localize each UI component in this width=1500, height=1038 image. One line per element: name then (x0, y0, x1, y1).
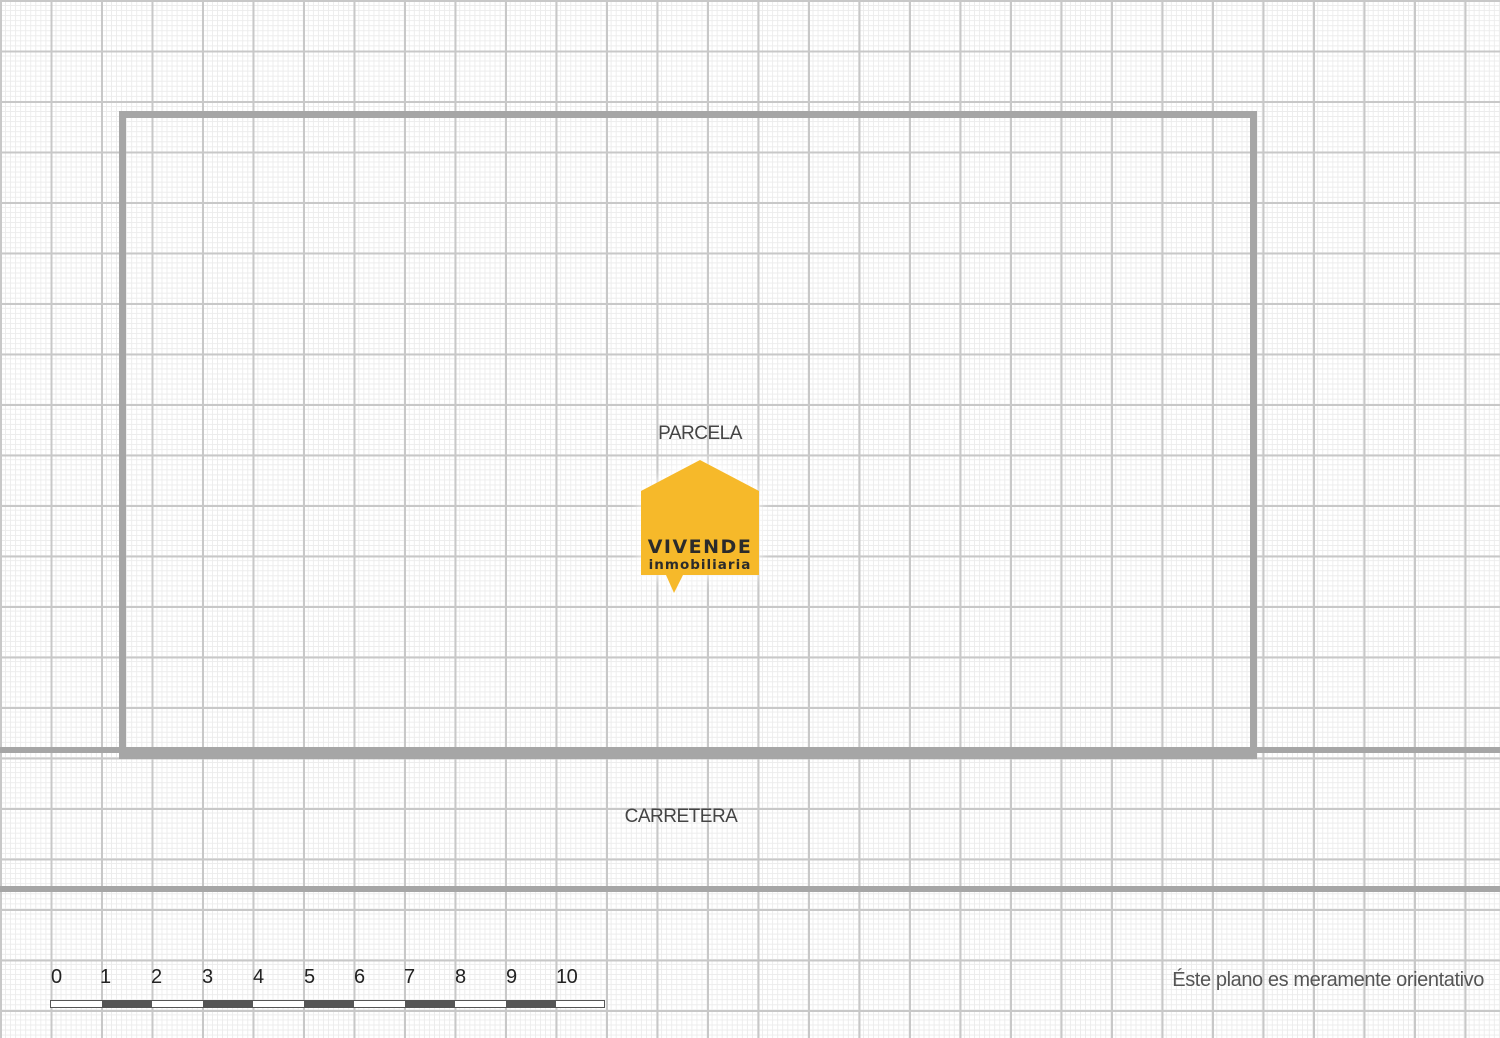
scale-tick: 10 (556, 966, 578, 988)
vivende-logo: VIVENDE inmobiliaria (640, 457, 760, 595)
scale-tick: 0 (51, 966, 62, 988)
scale-tick: 4 (253, 966, 264, 988)
scale-tick: 1 (100, 966, 111, 988)
scale-segment (152, 1001, 203, 1007)
scale-tick: 8 (455, 966, 466, 988)
disclaimer-note: Éste plano es meramente orientativo (1172, 969, 1484, 991)
scale-bar: 0 1 2 3 4 5 6 7 8 9 10 (50, 966, 610, 1016)
scale-tick: 7 (404, 966, 415, 988)
road-edge-bottom (0, 886, 1500, 892)
scale-tick: 9 (506, 966, 517, 988)
scale-segment (354, 1001, 405, 1007)
scale-segment (202, 1001, 253, 1007)
scale-tick: 3 (202, 966, 213, 988)
scale-segment (505, 1001, 556, 1007)
scale-bar-graphic (50, 1000, 605, 1008)
road-label: CARRETERA (624, 806, 738, 827)
scale-tick: 2 (151, 966, 162, 988)
scale-segment (556, 1001, 604, 1007)
scale-segment (404, 1001, 455, 1007)
scale-segment (51, 1001, 102, 1007)
scale-segment (101, 1001, 152, 1007)
logo-brand-text: VIVENDE (648, 536, 753, 558)
scale-tick: 5 (304, 966, 315, 988)
logo-subtitle-text: inmobiliaria (649, 557, 752, 573)
scale-segment (253, 1001, 304, 1007)
road-edge-top (0, 747, 1500, 753)
parcel-label: PARCELA (658, 423, 742, 444)
scale-tick: 6 (354, 966, 365, 988)
scale-segment (455, 1001, 506, 1007)
scale-segment (303, 1001, 354, 1007)
